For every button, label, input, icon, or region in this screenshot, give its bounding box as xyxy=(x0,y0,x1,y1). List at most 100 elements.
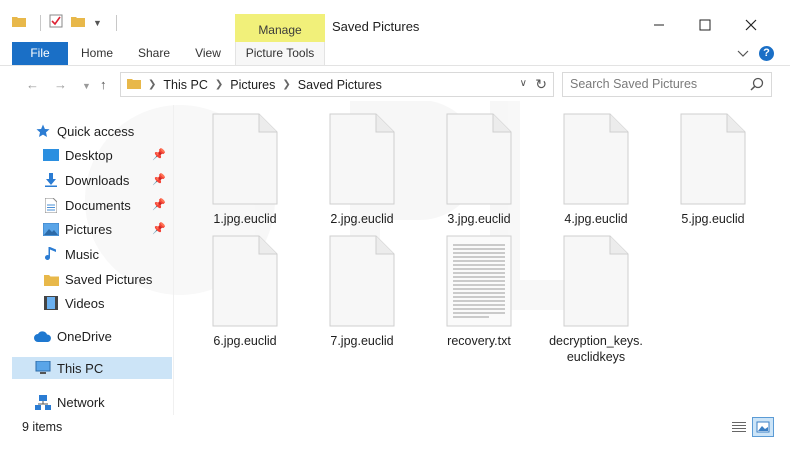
sidebar-item-network[interactable]: Network xyxy=(34,391,172,413)
close-icon xyxy=(745,19,757,31)
folder-icon xyxy=(12,15,26,30)
file-name: 6.jpg.euclid xyxy=(213,334,277,348)
item-count: 9 items xyxy=(22,420,63,434)
minimize-button[interactable] xyxy=(636,12,682,38)
sidebar-item-downloads[interactable]: Downloads 📌 xyxy=(42,169,172,191)
tab-view[interactable]: View xyxy=(186,42,230,65)
documents-icon xyxy=(42,197,60,213)
star-icon xyxy=(34,123,52,139)
file-item[interactable]: decryption_keys. euclidkeys xyxy=(541,235,651,365)
blank-document-icon xyxy=(563,113,629,205)
cloud-icon xyxy=(34,328,52,344)
maximize-button[interactable] xyxy=(682,12,728,38)
manage-tab[interactable]: Manage xyxy=(235,14,325,42)
customize-toolbar-icon[interactable]: ▼ xyxy=(93,18,102,28)
help-icon[interactable]: ? xyxy=(759,46,774,61)
sidebar-item-label: Pictures xyxy=(65,221,112,237)
file-item[interactable]: 6.jpg.euclid xyxy=(190,235,300,349)
folder-icon xyxy=(127,77,141,92)
file-item[interactable]: 1.jpg.euclid xyxy=(190,113,300,227)
pane-divider[interactable] xyxy=(173,105,174,415)
toolbar-separator xyxy=(40,14,41,31)
sidebar-item-onedrive[interactable]: OneDrive xyxy=(34,325,172,347)
sidebar-item-this-pc[interactable]: This PC xyxy=(12,357,172,379)
pictures-icon xyxy=(42,221,60,237)
forward-arrow-icon[interactable]: → xyxy=(54,77,67,92)
up-arrow-icon[interactable]: ↑ xyxy=(100,77,107,92)
blank-document-icon xyxy=(212,113,278,205)
pin-icon[interactable]: 📌 xyxy=(152,222,166,235)
file-name: decryption_keys. euclidkeys xyxy=(541,333,651,365)
address-bar[interactable]: ❯ This PC ❯ Pictures ❯ Saved Pictures ∨ … xyxy=(120,72,554,97)
file-name-line: decryption_keys. xyxy=(549,334,643,348)
ribbon-controls: ? xyxy=(737,46,774,61)
sidebar-item-label: Saved Pictures xyxy=(65,271,153,287)
blank-document-icon xyxy=(563,235,629,327)
music-icon xyxy=(42,246,60,262)
refresh-icon[interactable]: ↻ xyxy=(535,76,547,93)
window-title: Saved Pictures xyxy=(332,19,420,34)
breadcrumb-this-pc[interactable]: This PC xyxy=(163,78,207,92)
breadcrumb-separator-icon[interactable]: ❯ xyxy=(282,79,290,90)
sidebar-item-label: Videos xyxy=(65,295,105,311)
sidebar-item-desktop[interactable]: Desktop 📌 xyxy=(42,144,172,166)
details-view-icon xyxy=(732,422,746,432)
file-item[interactable]: recovery.txt xyxy=(424,235,534,349)
address-history-icon[interactable]: ∨ xyxy=(520,78,527,89)
pin-icon[interactable]: 📌 xyxy=(152,198,166,211)
search-input[interactable] xyxy=(563,73,743,95)
file-item[interactable]: 7.jpg.euclid xyxy=(307,235,417,349)
breadcrumb-pictures[interactable]: Pictures xyxy=(230,78,275,92)
back-arrow-icon[interactable]: ← xyxy=(26,77,39,92)
file-name-line: euclidkeys xyxy=(566,350,626,364)
breadcrumb-saved-pictures[interactable]: Saved Pictures xyxy=(298,78,382,92)
tab-file[interactable]: File xyxy=(12,42,68,65)
pin-icon[interactable]: 📌 xyxy=(152,148,166,161)
recent-locations-icon[interactable]: ▼ xyxy=(82,81,91,91)
breadcrumb-separator-icon[interactable]: ❯ xyxy=(215,79,223,90)
file-item[interactable]: 5.jpg.euclid xyxy=(658,113,768,227)
minimize-icon xyxy=(654,24,664,26)
download-icon xyxy=(42,172,60,188)
sidebar-item-videos[interactable]: Videos xyxy=(42,292,172,314)
sidebar-item-saved-pictures[interactable]: Saved Pictures xyxy=(42,268,172,290)
sidebar-item-label: Music xyxy=(65,246,99,262)
pin-icon[interactable]: 📌 xyxy=(152,173,166,186)
expand-ribbon-icon[interactable] xyxy=(737,47,749,61)
toolbar-separator xyxy=(115,14,117,31)
blank-document-icon xyxy=(446,113,512,205)
sidebar-item-quick-access[interactable]: Quick access xyxy=(34,120,172,142)
file-name: 5.jpg.euclid xyxy=(681,212,745,226)
navigation-pane: Quick access Desktop 📌 Downloads 📌 Docum… xyxy=(12,112,174,414)
details-view-button[interactable] xyxy=(728,417,750,437)
properties-icon[interactable] xyxy=(49,14,63,31)
tab-share[interactable]: Share xyxy=(128,42,180,65)
blank-document-icon xyxy=(680,113,746,205)
sidebar-item-label: Quick access xyxy=(57,123,135,139)
search-icon[interactable] xyxy=(750,77,764,94)
sidebar-item-documents[interactable]: Documents 📌 xyxy=(42,194,172,216)
navigation-bar: ← → ▼ ↑ ❯ This PC ❯ Pictures ❯ Saved Pic… xyxy=(0,69,790,101)
sidebar-item-label: Downloads xyxy=(65,172,130,188)
sidebar-item-music[interactable]: Music xyxy=(42,243,172,265)
tab-home[interactable]: Home xyxy=(72,42,122,65)
file-name: 7.jpg.euclid xyxy=(330,334,394,348)
tab-picture-tools[interactable]: Picture Tools xyxy=(235,42,325,65)
breadcrumb-separator-icon[interactable]: ❯ xyxy=(148,79,156,90)
file-item[interactable]: 3.jpg.euclid xyxy=(424,113,534,227)
blank-document-icon xyxy=(329,113,395,205)
maximize-icon xyxy=(699,19,711,31)
file-item[interactable]: 4.jpg.euclid xyxy=(541,113,651,227)
sidebar-item-pictures[interactable]: Pictures 📌 xyxy=(42,218,172,240)
sidebar-item-label: Documents xyxy=(65,197,131,213)
close-button[interactable] xyxy=(728,12,774,38)
new-folder-icon[interactable] xyxy=(71,15,85,30)
search-box[interactable] xyxy=(562,72,772,97)
file-item[interactable]: 2.jpg.euclid xyxy=(307,113,417,227)
sidebar-item-label: OneDrive xyxy=(57,328,112,344)
file-name: 1.jpg.euclid xyxy=(213,212,277,226)
file-name: 4.jpg.euclid xyxy=(564,212,628,226)
ribbon-tabs: File Home Share View Picture Tools ? xyxy=(0,42,790,66)
large-icons-view-button[interactable] xyxy=(752,417,774,437)
blank-document-icon xyxy=(212,235,278,327)
